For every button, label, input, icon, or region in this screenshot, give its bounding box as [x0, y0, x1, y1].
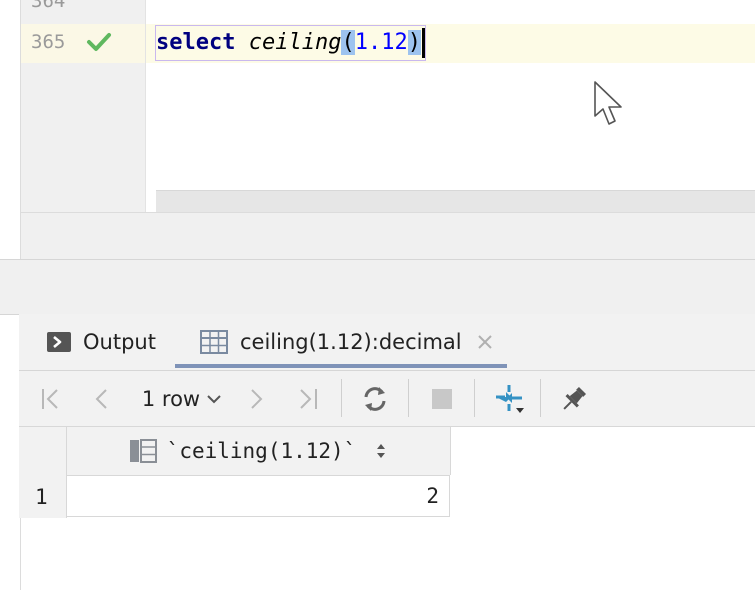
toolbar-separator	[540, 379, 541, 417]
results-tab-bar: Output ceiling(1.12):decimal	[19, 314, 755, 371]
number-literal: 1.12	[354, 30, 408, 55]
stop-button[interactable]	[422, 371, 462, 426]
mouse-pointer-icon	[594, 81, 622, 125]
line-number: 364	[31, 0, 66, 12]
chevron-right-icon	[251, 388, 263, 409]
table-icon	[200, 330, 228, 354]
row-number: 1	[35, 484, 48, 509]
keyword-select: select	[156, 30, 236, 55]
function-name: ceiling	[248, 30, 342, 55]
toolbar-separator	[408, 379, 409, 417]
refresh-button[interactable]	[355, 371, 395, 426]
last-page-icon	[300, 388, 317, 409]
line-number: 365	[31, 31, 66, 53]
results-toolbar: 1 row	[19, 371, 755, 427]
text-caret	[421, 28, 425, 58]
chevron-left-icon	[95, 388, 107, 409]
editor-horizontal-scrollbar[interactable]	[156, 190, 755, 213]
sort-icon[interactable]	[374, 441, 388, 461]
console-icon	[47, 332, 71, 352]
compare-icon	[496, 384, 524, 413]
tab-output[interactable]: Output	[47, 314, 156, 370]
editor-bottom-strip	[21, 212, 755, 260]
row-count-label: 1 row	[141, 386, 201, 411]
refresh-icon	[364, 386, 386, 411]
active-tab-indicator	[175, 364, 507, 368]
compare-button[interactable]	[488, 371, 532, 426]
tab-result[interactable]: ceiling(1.12):decimal	[200, 314, 494, 370]
table-cell[interactable]: 2	[67, 476, 450, 517]
toolbar-separator	[474, 379, 475, 417]
close-icon[interactable]	[476, 333, 494, 351]
first-page-icon	[42, 388, 58, 409]
row-count-dropdown[interactable]: 1 row	[139, 371, 225, 426]
column-header[interactable]: `ceiling(1.12)`	[67, 427, 451, 475]
stop-icon	[432, 388, 452, 409]
sql-statement[interactable]: select ceiling(1.12)	[155, 25, 426, 61]
column-header-label: `ceiling(1.12)`	[166, 439, 357, 463]
chevron-down-icon	[207, 394, 221, 403]
check-icon	[87, 33, 111, 51]
tab-output-label: Output	[83, 330, 156, 354]
panel-splitter[interactable]	[0, 259, 755, 315]
next-page-button[interactable]	[241, 371, 271, 426]
column-icon	[129, 439, 157, 463]
first-page-button[interactable]	[35, 371, 69, 426]
tab-result-label: ceiling(1.12):decimal	[240, 330, 462, 354]
previous-page-button[interactable]	[85, 371, 119, 426]
last-page-button[interactable]	[291, 371, 325, 426]
pin-tab-button[interactable]	[554, 371, 594, 426]
open-paren: (	[341, 30, 355, 55]
close-paren: )	[407, 30, 421, 55]
pin-icon	[563, 386, 587, 410]
toolbar-separator	[341, 379, 342, 417]
